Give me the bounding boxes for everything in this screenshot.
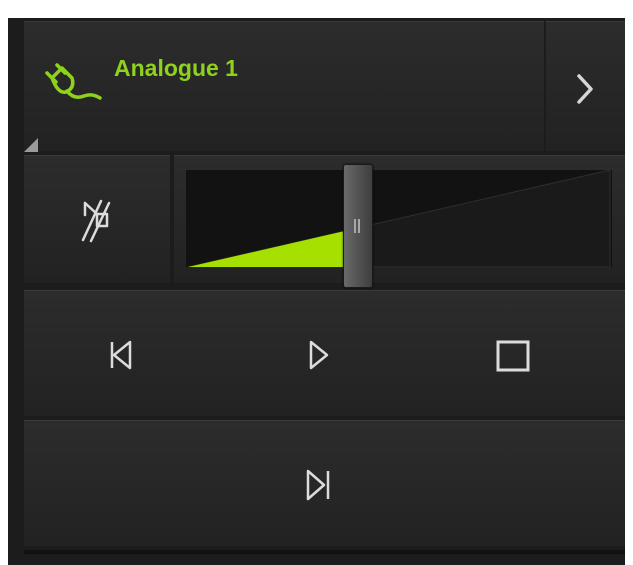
volume-slider[interactable] bbox=[174, 155, 625, 283]
bottom-divider bbox=[24, 550, 625, 554]
skip-next-row bbox=[24, 420, 625, 546]
source-title: Analogue 1 bbox=[114, 55, 238, 81]
source-selector[interactable]: Analogue 1 bbox=[24, 21, 544, 152]
next-source-button[interactable] bbox=[546, 21, 625, 151]
skip-next-icon[interactable] bbox=[304, 468, 334, 507]
handle-grip bbox=[353, 219, 360, 233]
transport-row bbox=[24, 290, 625, 416]
speaker-muted-icon bbox=[79, 195, 119, 250]
volume-track bbox=[186, 169, 612, 268]
mute-button[interactable] bbox=[24, 155, 170, 283]
stop-icon[interactable] bbox=[495, 339, 531, 378]
chevron-right-icon bbox=[570, 72, 600, 111]
corner-indicator bbox=[24, 138, 38, 152]
skip-previous-icon[interactable] bbox=[108, 339, 136, 376]
player-panel: Analogue 1 bbox=[8, 18, 625, 565]
plug-icon bbox=[40, 60, 104, 113]
play-icon[interactable] bbox=[306, 339, 332, 376]
volume-handle[interactable] bbox=[342, 164, 373, 288]
